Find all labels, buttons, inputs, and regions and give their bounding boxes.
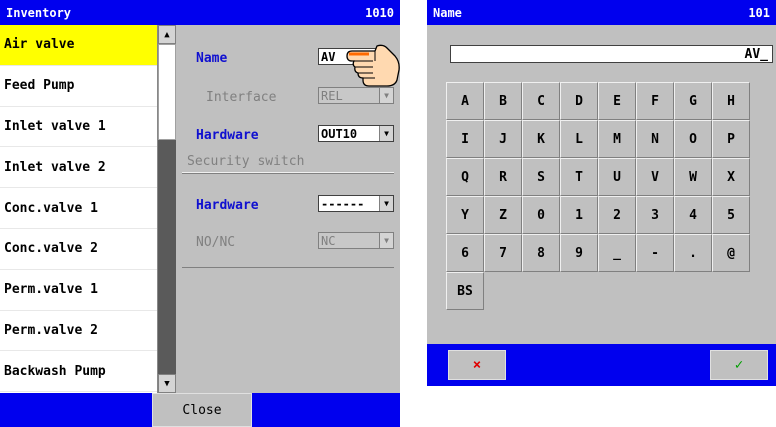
checkmark-icon: ✓ [734, 357, 744, 373]
key--[interactable]: - [636, 234, 674, 272]
key-a[interactable]: A [446, 82, 484, 120]
list-scrollbar[interactable]: ▲ ▼ [158, 25, 176, 393]
security-switch-label: Security switch [187, 154, 305, 169]
key-r[interactable]: R [484, 158, 522, 196]
key-n[interactable]: N [636, 120, 674, 158]
key-s[interactable]: S [522, 158, 560, 196]
inventory-footer: Close [0, 393, 400, 427]
key-8[interactable]: 8 [522, 234, 560, 272]
interface-select: REL ▼ [318, 87, 394, 104]
name-label: Name [196, 51, 228, 66]
key-@[interactable]: @ [712, 234, 750, 272]
sec-hardware-value: ------ [321, 196, 365, 211]
keyboard-footer: × ✓ [427, 344, 776, 386]
sec-hardware-select[interactable]: ------ ▼ [318, 195, 394, 212]
list-item[interactable]: Perm.valve 2 [0, 311, 157, 352]
key-o[interactable]: O [674, 120, 712, 158]
scroll-up-icon[interactable]: ▲ [158, 25, 176, 44]
hardware-label: Hardware [196, 128, 259, 143]
list-item[interactable]: Air valve [0, 25, 157, 66]
key-3[interactable]: 3 [636, 196, 674, 234]
chevron-down-icon: ▼ [379, 88, 393, 103]
key-l[interactable]: L [560, 120, 598, 158]
list-item[interactable]: Conc.valve 2 [0, 229, 157, 270]
key-k[interactable]: K [522, 120, 560, 158]
key-w[interactable]: W [674, 158, 712, 196]
chevron-down-icon[interactable]: ▼ [379, 126, 393, 141]
keyboard-title: Name [433, 5, 462, 20]
nonc-select: NC ▼ [318, 232, 394, 249]
name-input[interactable]: AV_ [450, 45, 773, 63]
list-item[interactable]: Feed Pump [0, 66, 157, 107]
scroll-thumb[interactable] [158, 44, 176, 140]
list-item[interactable]: Perm.valve 1 [0, 270, 157, 311]
key-backspace[interactable]: BS [446, 272, 484, 310]
list-item[interactable]: Backwash Pump [0, 351, 157, 393]
interface-value: REL [321, 88, 343, 103]
key-4[interactable]: 4 [674, 196, 712, 234]
keyboard-titlebar: Name 101 [427, 0, 776, 25]
key-g[interactable]: G [674, 82, 712, 120]
inventory-list[interactable]: Air valve Feed Pump Inlet valve 1 Inlet val… [0, 25, 158, 393]
chevron-down-icon[interactable]: ▼ [379, 196, 393, 211]
keyboard-code: 101 [748, 5, 770, 20]
key-b[interactable]: B [484, 82, 522, 120]
key-d[interactable]: D [560, 82, 598, 120]
key-.[interactable]: . [674, 234, 712, 272]
inventory-window: Inventory 1010 Air valve Feed Pump Inlet v… [0, 0, 400, 427]
key-t[interactable]: T [560, 158, 598, 196]
inventory-code: 1010 [365, 5, 394, 20]
chevron-down-icon: ▼ [379, 233, 393, 248]
security-group: Hardware ------ ▼ NO/NC NC ▼ [182, 173, 394, 268]
pointing-hand-icon [346, 44, 400, 87]
inventory-titlebar: Inventory 1010 [0, 0, 400, 25]
key-c[interactable]: C [522, 82, 560, 120]
key-2[interactable]: 2 [598, 196, 636, 234]
ok-button[interactable]: ✓ [710, 350, 768, 380]
key-y[interactable]: Y [446, 196, 484, 234]
key-m[interactable]: M [598, 120, 636, 158]
interface-label: Interface [206, 90, 277, 105]
key-u[interactable]: U [598, 158, 636, 196]
inventory-title: Inventory [6, 5, 72, 20]
close-button[interactable]: Close [152, 393, 252, 427]
key-6[interactable]: 6 [446, 234, 484, 272]
key-5[interactable]: 5 [712, 196, 750, 234]
list-item[interactable]: Conc.valve 1 [0, 188, 157, 229]
hardware-value: OUT10 [321, 126, 358, 141]
key-f[interactable]: F [636, 82, 674, 120]
key-i[interactable]: I [446, 120, 484, 158]
key-q[interactable]: Q [446, 158, 484, 196]
key-1[interactable]: 1 [560, 196, 598, 234]
name-value: AV [321, 49, 336, 64]
key-x[interactable]: X [712, 158, 750, 196]
nonc-value: NC [321, 233, 336, 248]
key-p[interactable]: P [712, 120, 750, 158]
name-input-value: AV_ [744, 46, 768, 62]
key-j[interactable]: J [484, 120, 522, 158]
list-item[interactable]: Inlet valve 1 [0, 107, 157, 148]
close-icon: × [472, 357, 482, 373]
nonc-label: NO/NC [196, 235, 236, 250]
key-z[interactable]: Z [484, 196, 522, 234]
hardware-select[interactable]: OUT10 ▼ [318, 125, 394, 142]
list-item[interactable]: Inlet valve 2 [0, 147, 157, 189]
key-e[interactable]: E [598, 82, 636, 120]
key-7[interactable]: 7 [484, 234, 522, 272]
keyboard-window: Name 101 AV_ ABCDEFGH IJKLMNOP QRSTUVWX YZ0… [427, 0, 776, 386]
key-9[interactable]: 9 [560, 234, 598, 272]
cancel-button[interactable]: × [448, 350, 506, 380]
key-0[interactable]: 0 [522, 196, 560, 234]
sec-hardware-label: Hardware [196, 198, 259, 213]
key-h[interactable]: H [712, 82, 750, 120]
key-_[interactable]: _ [598, 234, 636, 272]
scroll-down-icon[interactable]: ▼ [158, 374, 176, 393]
key-v[interactable]: V [636, 158, 674, 196]
